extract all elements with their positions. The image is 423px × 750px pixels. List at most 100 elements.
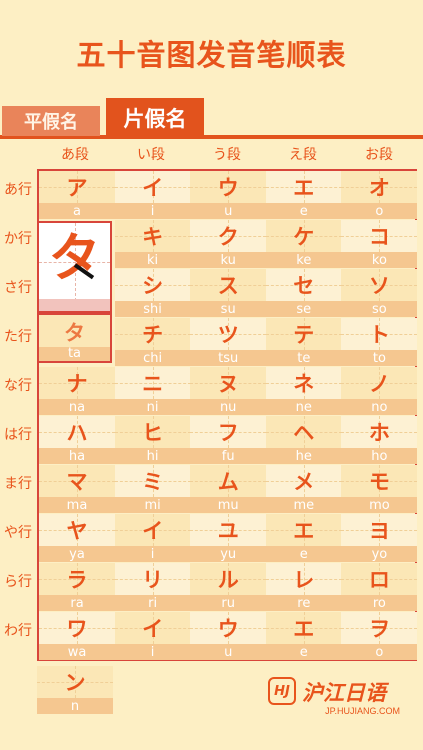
kana-romaji: re <box>265 595 342 611</box>
kana-cell[interactable]: ヲo <box>341 612 418 661</box>
kana-romaji: ya <box>39 546 115 562</box>
kana-romaji: ri <box>114 595 191 611</box>
kana-cell[interactable]: ル ru <box>190 563 267 612</box>
kana-cell[interactable]: ヒ hi <box>114 416 191 465</box>
kana-romaji: yo <box>341 546 418 562</box>
kana-cell[interactable]: ハ ha <box>39 416 115 465</box>
selected-kana-cell[interactable]: タ ta <box>37 313 112 363</box>
kana-cell[interactable]: チ chi <box>114 318 191 367</box>
kana-cell[interactable]: メ me <box>265 465 342 514</box>
kana-cell[interactable]: モ mo <box>341 465 418 514</box>
kana-char-area: ハ <box>39 416 115 448</box>
kana-char-area: リ <box>114 563 191 595</box>
kana-char: ヤ <box>66 519 88 543</box>
kana-romaji: hi <box>114 448 191 464</box>
kana-cell[interactable]: イi <box>114 171 191 220</box>
kana-cell[interactable]: ウu <box>190 171 267 220</box>
row-label: あ行 <box>4 182 32 198</box>
kana-char: ネ <box>293 372 315 396</box>
kana-cell[interactable]: ク ku <box>190 220 267 269</box>
kana-cell[interactable]: アa <box>39 171 115 220</box>
kana-cell[interactable]: ラ ra <box>39 563 115 612</box>
kana-char: ツ <box>217 323 239 347</box>
kana-cell[interactable]: ワ wa <box>39 612 115 661</box>
kana-romaji: i <box>114 546 191 562</box>
kana-romaji: e <box>265 546 342 562</box>
row-label: か行 <box>4 231 32 247</box>
kana-char: ス <box>217 274 239 298</box>
kana-cell[interactable]: ソ so <box>341 269 418 318</box>
kana-char-area: ニ <box>114 367 191 399</box>
kana-char-area: ス <box>190 269 267 301</box>
kana-cell[interactable]: ト to <box>341 318 418 367</box>
kana-cell[interactable]: ヨ yo <box>341 514 418 563</box>
kana-char-area: ヲ <box>341 612 418 644</box>
kana-char: エ <box>293 519 315 543</box>
kana-cell[interactable]: リ ri <box>114 563 191 612</box>
kana-cell[interactable]: オo <box>341 171 418 220</box>
kana-cell[interactable]: ヘ he <box>265 416 342 465</box>
kana-cell[interactable]: イi <box>114 612 191 661</box>
kana-char-area: ヘ <box>265 416 342 448</box>
kana-cell[interactable]: セ se <box>265 269 342 318</box>
kana-romaji: e <box>265 644 342 660</box>
kana-char: シ <box>142 274 164 298</box>
kana-cell[interactable]: ム mu <box>190 465 267 514</box>
kana-romaji: ki <box>114 252 191 268</box>
kana-char-area: ク <box>190 220 267 252</box>
row-label: わ行 <box>4 623 32 639</box>
kana-cell[interactable]: ミ mi <box>114 465 191 514</box>
kana-cell[interactable]: ノ no <box>341 367 418 416</box>
kana-cell[interactable]: ケ ke <box>265 220 342 269</box>
kana-char-area: ト <box>341 318 418 350</box>
kana-char: モ <box>368 470 390 494</box>
kana-cell[interactable]: エe <box>265 171 342 220</box>
kana-cell[interactable]: ユ yu <box>190 514 267 563</box>
kana-cell[interactable]: ヌ nu <box>190 367 267 416</box>
kana-cell[interactable]: ニ ni <box>114 367 191 416</box>
kana-char-area: ラ <box>39 563 115 595</box>
kana-cell[interactable]: テ te <box>265 318 342 367</box>
kana-char: テ <box>293 323 315 347</box>
kana-char: セ <box>293 274 315 298</box>
kana-char-area: イ <box>114 514 191 546</box>
kana-char-area: ユ <box>190 514 267 546</box>
kana-cell[interactable]: マ ma <box>39 465 115 514</box>
kana-char: マ <box>66 470 88 494</box>
kana-char-area: メ <box>265 465 342 497</box>
kana-char-area: エ <box>265 171 342 203</box>
kana-cell[interactable]: ホ ho <box>341 416 418 465</box>
kana-char: ミ <box>142 470 164 494</box>
kana-cell[interactable]: ツ tsu <box>190 318 267 367</box>
kana-cell-n[interactable]: ン n <box>37 666 113 715</box>
kana-cell[interactable]: キ ki <box>114 220 191 269</box>
kana-cell[interactable]: ナ na <box>39 367 115 416</box>
kana-romaji: ko <box>341 252 418 268</box>
kana-cell[interactable]: エe <box>265 514 342 563</box>
kana-char-area: ウ <box>190 171 267 203</box>
kana-cell[interactable]: ロ ro <box>341 563 418 612</box>
kana-cell[interactable]: ウu <box>190 612 267 661</box>
kana-cell[interactable]: レ re <box>265 563 342 612</box>
kana-romaji: yu <box>190 546 267 562</box>
kana-cell[interactable]: ス su <box>190 269 267 318</box>
kana-cell[interactable]: ヤ ya <box>39 514 115 563</box>
kana-char: ケ <box>293 225 315 249</box>
kana-char-area: ケ <box>265 220 342 252</box>
kana-romaji: me <box>265 497 342 513</box>
kana-cell[interactable]: ネ ne <box>265 367 342 416</box>
kana-char: ン <box>64 671 86 695</box>
stroke-order-panel[interactable]: タ <box>37 221 112 313</box>
kana-cell[interactable]: イi <box>114 514 191 563</box>
kana-romaji: i <box>114 644 191 660</box>
kana-char-area: ソ <box>341 269 418 301</box>
tab-hiragana[interactable]: 平假名 <box>2 106 100 136</box>
kana-cell[interactable]: エe <box>265 612 342 661</box>
kana-cell[interactable]: シ shi <box>114 269 191 318</box>
kana-cell[interactable]: コ ko <box>341 220 418 269</box>
kana-cell[interactable]: フ fu <box>190 416 267 465</box>
kana-char-area: オ <box>341 171 418 203</box>
kana-romaji: su <box>190 301 267 317</box>
selected-kana-char: タ <box>64 321 85 345</box>
tab-katakana[interactable]: 片假名 <box>106 98 204 137</box>
